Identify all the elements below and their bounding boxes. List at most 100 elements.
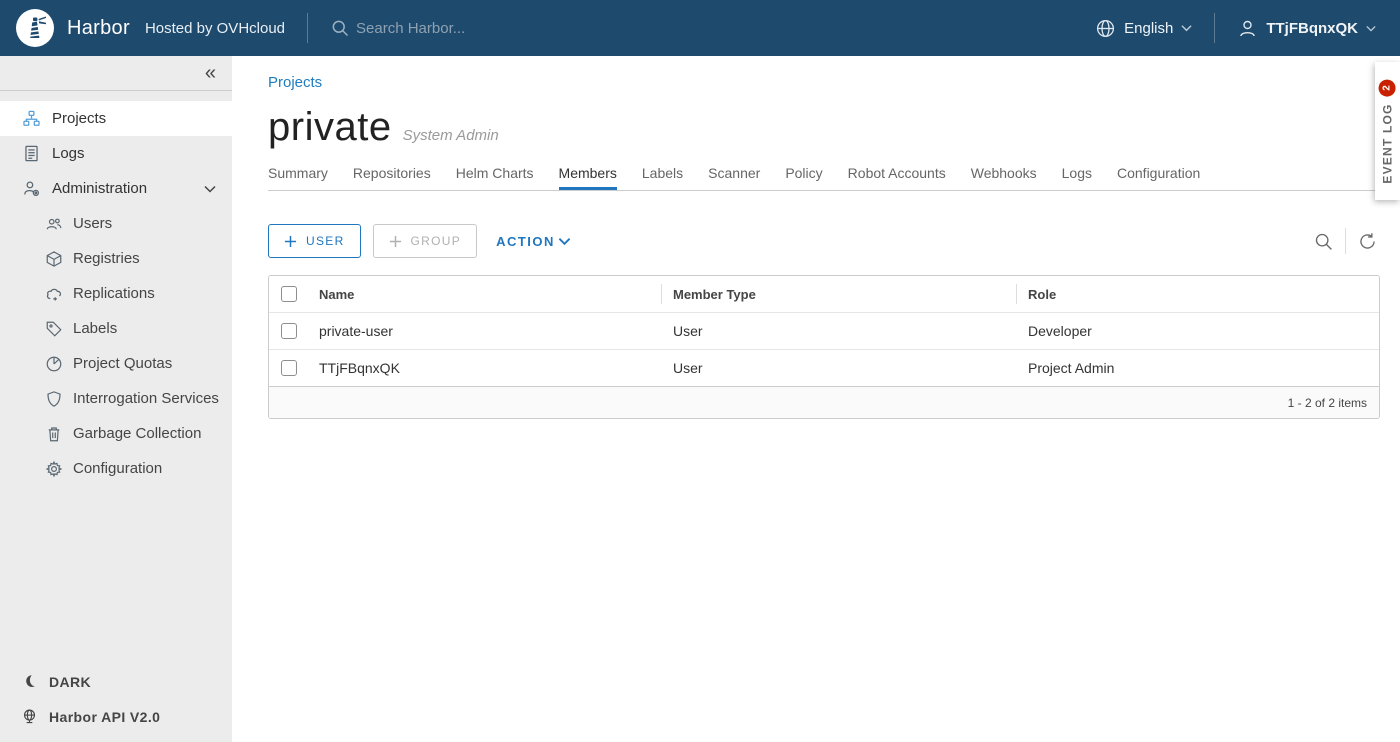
tab-webhooks[interactable]: Webhooks bbox=[971, 165, 1037, 190]
chevron-down-icon bbox=[204, 185, 216, 193]
quota-icon bbox=[45, 355, 63, 373]
sidebar: « Projects bbox=[0, 56, 232, 742]
gear-icon bbox=[45, 460, 63, 478]
sidebar-item-users[interactable]: Users bbox=[0, 206, 232, 241]
column-header-member-type[interactable]: Member Type bbox=[661, 276, 1016, 312]
sidebar-item-replications[interactable]: Replications bbox=[0, 276, 232, 311]
sidebar-item-label: Interrogation Services bbox=[73, 390, 219, 407]
column-header-role[interactable]: Role bbox=[1016, 276, 1379, 312]
sidebar-item-garbage-collection[interactable]: Garbage Collection bbox=[0, 416, 232, 451]
harbor-api-link[interactable]: Harbor API V2.0 bbox=[0, 699, 232, 734]
sidebar-item-logs[interactable]: Logs bbox=[0, 136, 232, 171]
add-group-label: GROUP bbox=[411, 234, 462, 248]
add-user-button[interactable]: USER bbox=[268, 224, 361, 258]
tab-summary[interactable]: Summary bbox=[268, 165, 328, 190]
sidebar-item-registries[interactable]: Registries bbox=[0, 241, 232, 276]
header-divider bbox=[307, 13, 308, 43]
table-footer: 1 - 2 of 2 items bbox=[269, 386, 1379, 418]
table-row: private-user User Developer bbox=[269, 312, 1379, 349]
sidebar-item-label: Project Quotas bbox=[73, 355, 172, 372]
column-header-name[interactable]: Name bbox=[307, 276, 661, 312]
tab-configuration[interactable]: Configuration bbox=[1117, 165, 1200, 190]
user-icon bbox=[1237, 18, 1258, 39]
sidebar-collapse-icon[interactable]: « bbox=[205, 63, 216, 83]
tab-scanner[interactable]: Scanner bbox=[708, 165, 760, 190]
sidebar-item-label: Garbage Collection bbox=[73, 425, 201, 442]
add-group-button[interactable]: GROUP bbox=[373, 224, 478, 258]
plus-icon bbox=[389, 235, 402, 248]
tab-robot-accounts[interactable]: Robot Accounts bbox=[848, 165, 946, 190]
trash-icon bbox=[45, 425, 63, 443]
sidebar-item-label: Administration bbox=[52, 180, 147, 197]
language-menu[interactable]: English bbox=[1095, 18, 1192, 39]
sidebar-item-configuration[interactable]: Configuration bbox=[0, 451, 232, 486]
world-icon bbox=[21, 708, 38, 725]
harbor-logo-icon[interactable] bbox=[16, 9, 54, 47]
app-header: Harbor Hosted by OVHcloud English bbox=[0, 0, 1400, 56]
sidebar-item-administration[interactable]: Administration bbox=[0, 171, 232, 206]
action-label: ACTION bbox=[496, 234, 555, 249]
cloud-icon bbox=[45, 285, 63, 303]
tab-members[interactable]: Members bbox=[559, 165, 617, 190]
tab-labels[interactable]: Labels bbox=[642, 165, 683, 190]
log-icon bbox=[22, 144, 41, 163]
table-row: TTjFBqnxQK User Project Admin bbox=[269, 349, 1379, 386]
main-content: Projects private System Admin Summary Re… bbox=[232, 56, 1400, 742]
page-title: private bbox=[268, 105, 392, 150]
sidebar-item-label: Projects bbox=[52, 110, 106, 127]
globe-icon bbox=[1095, 18, 1116, 39]
action-dropdown-button[interactable]: ACTION bbox=[496, 234, 571, 249]
member-name: TTjFBqnxQK bbox=[307, 360, 661, 376]
sidebar-item-label: Registries bbox=[73, 250, 140, 267]
tab-policy[interactable]: Policy bbox=[785, 165, 822, 190]
user-menu[interactable]: TTjFBqnxQK bbox=[1237, 18, 1376, 39]
sidebar-item-label: Users bbox=[73, 215, 112, 232]
sidebar-item-label: Configuration bbox=[73, 460, 162, 477]
filter-search-button[interactable] bbox=[1311, 229, 1336, 254]
tag-icon bbox=[45, 320, 63, 338]
member-name: private-user bbox=[307, 323, 661, 339]
harbor-api-label: Harbor API V2.0 bbox=[49, 709, 160, 725]
row-checkbox[interactable] bbox=[281, 360, 297, 376]
refresh-button[interactable] bbox=[1355, 229, 1380, 254]
sidebar-item-projects[interactable]: Projects bbox=[0, 101, 232, 136]
members-table: Name Member Type Role private-user User … bbox=[268, 275, 1380, 419]
dark-mode-toggle[interactable]: DARK bbox=[0, 664, 232, 699]
tab-logs[interactable]: Logs bbox=[1062, 165, 1092, 190]
sidebar-item-label: Labels bbox=[73, 320, 117, 337]
member-role: Developer bbox=[1016, 323, 1379, 339]
moon-icon bbox=[21, 673, 38, 690]
organization-icon bbox=[22, 109, 41, 128]
shield-icon bbox=[45, 390, 63, 408]
sidebar-item-project-quotas[interactable]: Project Quotas bbox=[0, 346, 232, 381]
sidebar-item-label: Replications bbox=[73, 285, 155, 302]
tab-helm-charts[interactable]: Helm Charts bbox=[456, 165, 534, 190]
sidebar-item-labels[interactable]: Labels bbox=[0, 311, 232, 346]
username-label: TTjFBqnxQK bbox=[1266, 20, 1358, 37]
sidebar-item-interrogation-services[interactable]: Interrogation Services bbox=[0, 381, 232, 416]
chevron-down-icon bbox=[558, 237, 571, 246]
select-all-checkbox[interactable] bbox=[281, 286, 297, 302]
language-label: English bbox=[1124, 20, 1173, 37]
breadcrumb-projects-link[interactable]: Projects bbox=[268, 74, 322, 91]
search-input[interactable] bbox=[356, 20, 606, 37]
header-divider bbox=[1214, 13, 1215, 43]
event-log-tab[interactable]: EVENT LOG 2 bbox=[1375, 62, 1400, 200]
members-toolbar: USER GROUP ACTION bbox=[268, 224, 1380, 258]
row-checkbox[interactable] bbox=[281, 323, 297, 339]
hosted-by-label: Hosted by OVHcloud bbox=[145, 20, 285, 37]
plus-icon bbox=[284, 235, 297, 248]
member-type: User bbox=[661, 323, 1016, 339]
toolbar-divider bbox=[1345, 228, 1346, 254]
member-type: User bbox=[661, 360, 1016, 376]
event-log-label: EVENT LOG bbox=[1381, 103, 1395, 183]
global-search bbox=[330, 18, 606, 38]
chevron-down-icon bbox=[1181, 24, 1192, 32]
pagination-summary: 1 - 2 of 2 items bbox=[1288, 396, 1367, 410]
table-header-row: Name Member Type Role bbox=[269, 276, 1379, 312]
sidebar-item-label: Logs bbox=[52, 145, 85, 162]
app-title: Harbor bbox=[67, 17, 130, 40]
tab-repositories[interactable]: Repositories bbox=[353, 165, 431, 190]
page-subtitle-badge: System Admin bbox=[403, 127, 499, 144]
project-tabs: Summary Repositories Helm Charts Members… bbox=[268, 165, 1380, 191]
